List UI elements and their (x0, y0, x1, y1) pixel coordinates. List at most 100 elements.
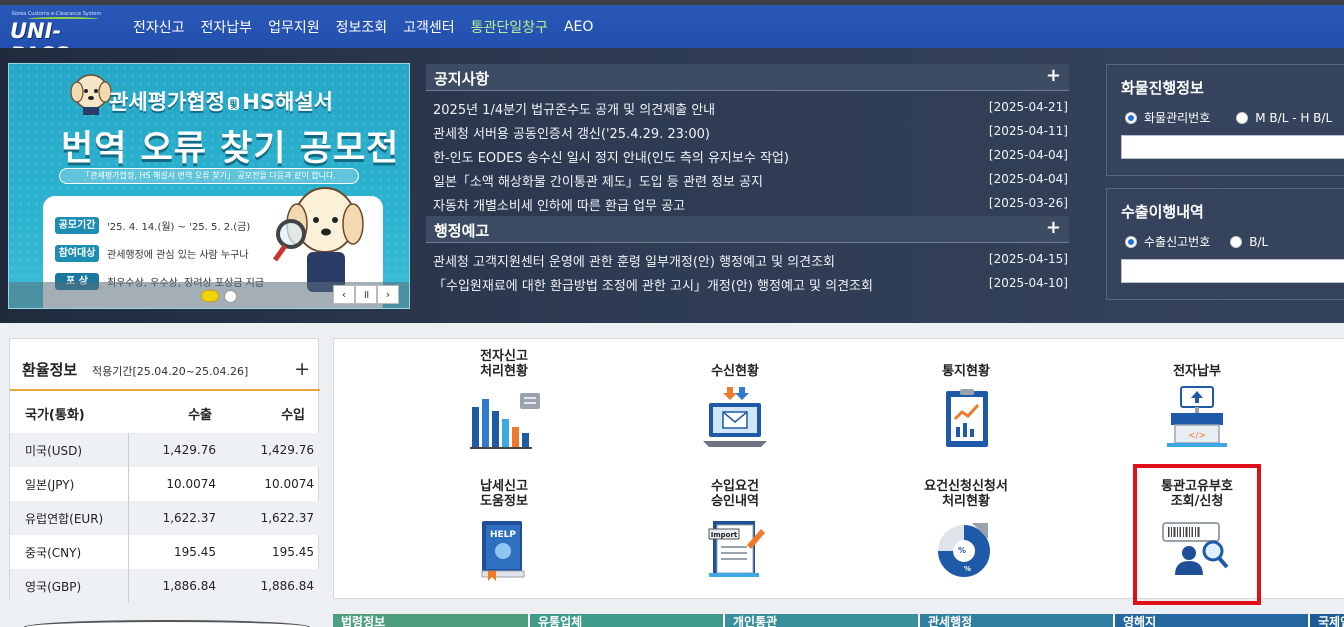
cell-import: 1,429.76 (222, 433, 320, 467)
bar-chart-icon (470, 393, 540, 449)
admin-notice-item[interactable]: 「수입원재료에 대한 환급방법 조정에 관한 고시」개정(안) 행정예고 및 의… (426, 271, 1069, 295)
cell-import: 1,622.37 (222, 501, 320, 535)
cell-import: 1,886.84 (222, 569, 320, 603)
puppy-mascot-small-icon (70, 74, 112, 115)
nav-item-single-window[interactable]: 통관단일창구 (471, 17, 548, 37)
notice-item-title[interactable]: 일본「소액 해상화물 간이통관 제도」도입 등 관련 정보 공지 (433, 171, 763, 190)
svc-receive-status[interactable]: 수신현황 (665, 347, 805, 455)
admin-notice-item-title[interactable]: 「수입원재료에 대한 환급방법 조정에 관한 고시」개정(안) 행정예고 및 의… (433, 275, 873, 294)
bottom-search-oval[interactable] (24, 620, 310, 627)
bottom-tab-label: 개인통관 (733, 615, 778, 627)
admin-notice-list: 관세청 고객지원센터 운영에 관한 훈령 일부개정(안) 행정예고 및 의견조회… (426, 243, 1069, 295)
svc-label-line1: 수신현황 (711, 364, 759, 379)
svc-label: 전자납부 (1127, 347, 1267, 379)
svc-label-line1: 요건신청신청서 (924, 479, 1008, 494)
main-nav: 전자신고 전자납부 업무지원 정보조회 고객센터 통관단일창구 AEO (133, 5, 609, 48)
bottom-tab[interactable]: 개인통관 (725, 614, 920, 627)
cargo-mgmt-no-radio[interactable] (1125, 111, 1137, 124)
banner-title-a: 관세평가협정 (109, 90, 225, 114)
notice-more-button[interactable]: + (1046, 65, 1061, 86)
notice-item-date: [2025-03-26] (988, 196, 1068, 210)
notice-list: 2025년 1/4분기 법규준수도 공개 및 의견제출 안내 [2025-04-2… (426, 91, 1069, 215)
banner-page-dot-active[interactable] (201, 290, 219, 302)
bl-label: M B/L - H B/L (1255, 110, 1333, 125)
cargo-radio-group: 화물관리번호 M B/L - H B/L (1125, 109, 1332, 126)
unipass-logo[interactable]: Korea Customs e-Clearance System UNI-PAS… (10, 9, 110, 67)
svc-label-line2: 처리현황 (480, 364, 528, 379)
svg-text:</>: </> (1188, 431, 1206, 441)
bottom-tab[interactable]: 관세행정 (920, 614, 1115, 627)
admin-notice-item-title[interactable]: 관세청 고객지원센터 운영에 관한 훈령 일부개정(안) 행정예고 및 의견조회 (433, 251, 835, 270)
admin-notice-item-date: [2025-04-15] (988, 252, 1068, 266)
nav-item-customer-center[interactable]: 고객센터 (403, 17, 455, 37)
nav-item-aeo[interactable]: AEO (564, 19, 593, 35)
bottom-tab[interactable]: 영해지 (1115, 614, 1310, 627)
banner-next-button[interactable]: › (377, 285, 399, 304)
bottom-tab[interactable]: 법령정보 (333, 614, 530, 627)
admin-notice-title: 행정예고 (434, 222, 490, 240)
svc-label: 요건신청신청서 처리현황 (896, 477, 1036, 509)
export-history-title: 수출이행내역 (1121, 203, 1204, 221)
banner-title-b: HS해설서 (242, 90, 333, 114)
svc-requirement-application-status[interactable]: 요건신청신청서 처리현황 % % (896, 477, 1036, 585)
bottom-tab-label: 영해지 (1123, 615, 1157, 627)
notice-item-title[interactable]: 2025년 1/4분기 법규준수도 공개 및 의견제출 안내 (433, 99, 715, 118)
svc-label: 수입요건 승인내역 (665, 477, 805, 509)
svc-label-line1: 전자납부 (1173, 364, 1221, 379)
banner-pause-button[interactable]: ॥ (355, 285, 377, 304)
notice-item-date: [2025-04-11] (988, 124, 1068, 138)
table-row: 미국(USD) 1,429.76 1,429.76 (10, 433, 320, 467)
export-bl-radio[interactable] (1230, 235, 1243, 248)
admin-notice-more-button[interactable]: + (1046, 217, 1061, 238)
notice-item[interactable]: 자동차 개별소비세 인하에 따른 환급 업무 공고 [2025-03-26] (426, 191, 1069, 215)
table-row: 유럽연합(EUR) 1,622.37 1,622.37 (10, 501, 320, 535)
notice-item-title[interactable]: 한-인도 EODES 송수신 일시 정지 안내(인도 측의 유지보수 작업) (433, 147, 789, 166)
bottom-tab[interactable]: 유통업체 (530, 614, 725, 627)
notice-title: 공지사항 (434, 70, 490, 88)
notice-item-title[interactable]: 관세청 서버용 공동인증서 갱신('25.4.29. 23:00) (433, 123, 710, 142)
cell-country: 미국(USD) (10, 433, 128, 467)
banner-prev-button[interactable]: ‹ (333, 285, 355, 304)
cell-export: 1,886.84 (127, 569, 222, 603)
svc-import-requirement-approval[interactable]: 수입요건 승인내역 Import (665, 477, 805, 585)
bl-radio[interactable] (1236, 111, 1249, 124)
exchange-rate-header: 환율정보 적용기간[25.04.20~25.04.26] + (10, 339, 320, 391)
nav-item-e-payment[interactable]: 전자납부 (201, 17, 253, 37)
svg-text:%: % (958, 546, 966, 555)
promo-banner[interactable]: 관세평가협정 및 HS해설서 번역 오류 찾기 공모전 「관세평가협정, HS 해설… (8, 63, 410, 309)
export-search-input[interactable] (1121, 259, 1344, 283)
help-book-icon: HELP (481, 521, 525, 581)
banner-row-target: 참여대상 관세행정에 관심 있는 사람 누구나 (55, 245, 249, 262)
admin-notice-item[interactable]: 관세청 고객지원센터 운영에 관한 훈령 일부개정(안) 행정예고 및 의견조회… (426, 247, 1069, 271)
svc-label: 통지현황 (896, 347, 1036, 379)
nav-item-work-support[interactable]: 업무지원 (268, 17, 320, 37)
notice-item-title[interactable]: 자동차 개별소비세 인하에 따른 환급 업무 공고 (433, 195, 685, 214)
svc-e-payment[interactable]: 전자납부 </> (1127, 347, 1267, 455)
notice-item[interactable]: 관세청 서버용 공동인증서 갱신('25.4.29. 23:00) [2025-0… (426, 119, 1069, 143)
table-header-row: 국가(통화) 수출 수입 (10, 393, 320, 433)
notice-item[interactable]: 한-인도 EODES 송수신 일시 정지 안내(인도 측의 유지보수 작업) [2… (426, 143, 1069, 167)
table-row: 일본(JPY) 10.0074 10.0074 (10, 467, 320, 501)
banner-row-text: '25. 4. 14.(월) ~ '25. 5. 2.(금) (107, 222, 251, 233)
notice-item[interactable]: 일본「소액 해상화물 간이통관 제도」도입 등 관련 정보 공지 [2025-04… (426, 167, 1069, 191)
svc-label-line1: 납세신고 (480, 479, 528, 494)
bottom-tab[interactable]: 국제인 (1310, 614, 1344, 627)
cell-country: 중국(CNY) (25, 545, 82, 560)
cargo-search-input[interactable] (1121, 135, 1344, 159)
notice-item[interactable]: 2025년 1/4분기 법규준수도 공개 및 의견제출 안내 [2025-04-2… (426, 95, 1069, 119)
svc-tax-help[interactable]: 납세신고 도움정보 HELP (434, 477, 574, 585)
bottom-tab-label: 국제인 (1318, 615, 1344, 627)
cell-export: 1,429.76 (127, 433, 222, 467)
svc-e-declaration-status[interactable]: 전자신고 처리현황 (434, 347, 574, 455)
banner-title-line1: 관세평가협정 및 HS해설서 (109, 86, 333, 116)
exchange-rate-more-button[interactable]: + (294, 358, 310, 380)
notice-item-date: [2025-04-04] (988, 172, 1068, 186)
highlight-box (1133, 464, 1261, 605)
col-export: 수출 (188, 407, 212, 423)
nav-item-info-search[interactable]: 정보조회 (336, 17, 388, 37)
svc-notice-status[interactable]: 통지현황 (896, 347, 1036, 455)
nav-item-e-declaration[interactable]: 전자신고 (133, 17, 185, 37)
notice-column: 공지사항 + 2025년 1/4분기 법규준수도 공개 및 의견제출 안내 [20… (426, 64, 1069, 295)
banner-page-dot[interactable] (224, 290, 237, 303)
export-decl-no-radio[interactable] (1125, 235, 1137, 248)
